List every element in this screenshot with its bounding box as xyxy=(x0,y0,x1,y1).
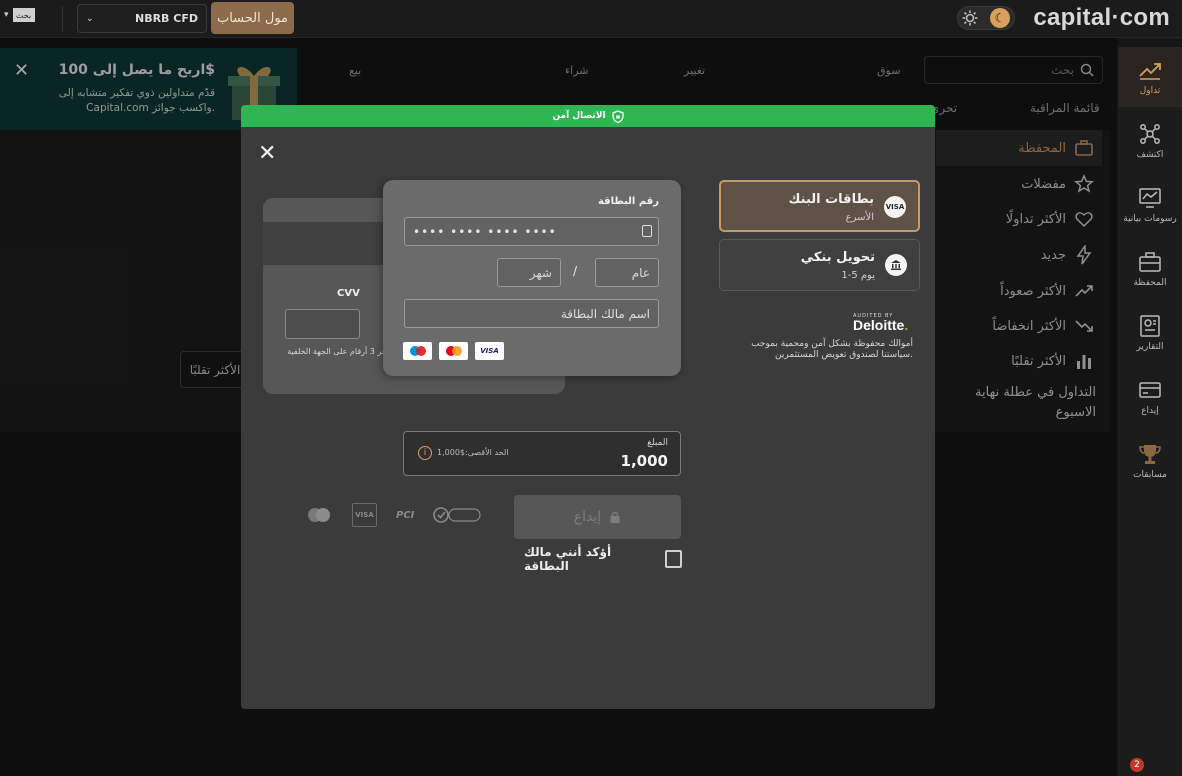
card-brands: VISA xyxy=(403,342,504,360)
cardholder-name-placeholder: اسم مالك البطاقة xyxy=(560,306,650,321)
visa-icon: VISA xyxy=(475,342,504,360)
deposit-modal: الاتصال آمن ✕ VISA بطاقات البنك الأسرع ت… xyxy=(241,105,935,709)
sidebar-item-label: إيداع xyxy=(1141,406,1159,416)
payment-method-bank-transfer[interactable]: تحويل بنكي 1-5 يوم xyxy=(719,239,920,291)
cvv-help-text: آخر 3 أرقام على الجهة الخلفية xyxy=(287,347,389,356)
chevron-down-icon: ▾ xyxy=(4,10,9,20)
sidebar-item-label: المحفظة xyxy=(1133,278,1167,288)
fund-account-button[interactable]: مول الحساب xyxy=(211,2,294,34)
secure-connection-bar: الاتصال آمن xyxy=(241,105,935,127)
sidebar-item-label: اكتشف xyxy=(1136,150,1164,160)
confirm-cardholder[interactable]: أؤكد أنني مالك البطاقة xyxy=(524,545,682,573)
trust-visa-label: VISA xyxy=(355,511,374,519)
sun-icon xyxy=(962,10,978,26)
deloitte-wordmark: Deloitte xyxy=(853,317,905,333)
divider xyxy=(62,6,63,32)
expiry-separator: / xyxy=(573,264,578,278)
account-select-value: NBRB CFD xyxy=(135,12,198,25)
app-root: ▾ بحث ⌄ NBRB CFD مول الحساب ☾ capital·co… xyxy=(0,0,1182,776)
cvv-input[interactable] xyxy=(285,309,360,339)
visa-icon: VISA xyxy=(884,196,906,218)
confirm-cardholder-label: أؤكد أنني مالك البطاقة xyxy=(524,545,612,573)
expiry-year-input[interactable]: عام xyxy=(595,258,659,287)
cvv-label: CVV xyxy=(337,288,360,299)
norton-icon xyxy=(433,503,481,527)
confirm-checkbox[interactable] xyxy=(664,550,682,568)
card-number-label: رقم البطاقة xyxy=(597,196,659,207)
maestro-icon xyxy=(403,342,432,360)
report-icon xyxy=(1140,315,1160,337)
sidebar-item-reports[interactable]: التقارير xyxy=(1118,303,1182,363)
sidebar-item-contests[interactable]: مسابقات xyxy=(1118,431,1182,491)
account-select[interactable]: ⌄ NBRB CFD xyxy=(77,4,207,33)
sidebar-item-charts[interactable]: رسومات بيانية xyxy=(1118,175,1182,235)
deposit-button-label: إيداع xyxy=(573,509,602,525)
payment-method-subtitle: الأسرع xyxy=(845,212,874,223)
sidebar-item-deposit[interactable]: إيداع xyxy=(1118,367,1182,427)
card-scan-icon[interactable] xyxy=(642,225,652,237)
amount-label: المبلغ xyxy=(647,438,668,448)
trust-logos: VISA PCI xyxy=(305,503,481,527)
shield-icon xyxy=(611,109,624,123)
expiry-month-placeholder: شهر xyxy=(529,265,552,280)
card-front: رقم البطاقة •••• •••• •••• •••• عام / شه… xyxy=(383,180,681,376)
sidebar-item-trade[interactable]: تداول xyxy=(1118,47,1182,107)
payment-method-title: بطاقات البنك xyxy=(788,192,874,207)
payment-method-bank-cards[interactable]: VISA بطاقات البنك الأسرع xyxy=(719,180,920,232)
secure-connection-label: الاتصال آمن xyxy=(552,111,606,121)
moon-icon: ☾ xyxy=(990,8,1010,28)
sidebar-item-label: التقارير xyxy=(1136,342,1164,352)
trophy-icon xyxy=(1139,445,1161,464)
sidebar-item-label: مسابقات xyxy=(1133,470,1167,480)
theme-toggle[interactable]: ☾ xyxy=(957,6,1015,30)
expiry-year-placeholder: عام xyxy=(631,265,650,280)
deloitte-logo: Deloitte. xyxy=(853,317,909,333)
payment-method-title: تحويل بنكي xyxy=(800,250,875,265)
card-number-input[interactable]: •••• •••• •••• •••• xyxy=(404,217,659,246)
trend-icon xyxy=(1139,63,1161,80)
visa-secure-icon: VISA xyxy=(352,503,377,527)
chevron-down-icon: ⌄ xyxy=(86,13,94,24)
chart-monitor-icon xyxy=(1139,188,1161,208)
sidebar-item-label: تداول xyxy=(1139,86,1161,96)
language-switcher[interactable]: ▾ بحث xyxy=(4,8,35,22)
top-bar: ▾ بحث ⌄ NBRB CFD مول الحساب ☾ capital·co… xyxy=(0,0,1182,38)
expiry-month-input[interactable]: شهر xyxy=(497,258,561,287)
close-icon[interactable]: ✕ xyxy=(258,143,280,165)
amount-value[interactable]: 1,000 xyxy=(621,452,668,470)
network-icon xyxy=(1140,124,1160,144)
mastercard-icon xyxy=(439,342,468,360)
mastercard-secure-icon xyxy=(305,503,333,527)
payment-method-subtitle: 1-5 يوم xyxy=(841,270,875,281)
right-sidebar: تداول اكتشف رسومات بيانية المحفظة التقار… xyxy=(1118,47,1182,776)
info-icon[interactable]: i xyxy=(418,446,432,460)
notification-badge[interactable]: 2 xyxy=(1130,758,1144,772)
cardholder-name-input[interactable]: اسم مالك البطاقة xyxy=(404,299,659,328)
briefcase-icon xyxy=(1139,252,1161,272)
pci-dss-icon: PCI xyxy=(396,509,415,521)
amount-max: الحد الأقصى:$1,000 xyxy=(437,448,509,457)
lock-icon xyxy=(610,511,620,523)
deposit-button[interactable]: إيداع xyxy=(514,495,681,539)
bank-icon xyxy=(885,254,907,276)
amount-field[interactable]: i الحد الأقصى:$1,000 المبلغ 1,000 xyxy=(403,431,681,476)
language-flag: بحث xyxy=(12,8,35,22)
sidebar-item-label: رسومات بيانية xyxy=(1123,214,1177,224)
capital-logo[interactable]: capital·com xyxy=(1033,4,1170,32)
funds-protection-note: أموالك محفوظة بشكل آمن ومحمية بموجب سياس… xyxy=(751,339,913,360)
deposit-icon xyxy=(1139,382,1161,398)
sidebar-item-discover[interactable]: اكتشف xyxy=(1118,111,1182,171)
card-number-value: •••• •••• •••• •••• xyxy=(413,224,557,239)
sidebar-item-portfolio[interactable]: المحفظة xyxy=(1118,239,1182,299)
